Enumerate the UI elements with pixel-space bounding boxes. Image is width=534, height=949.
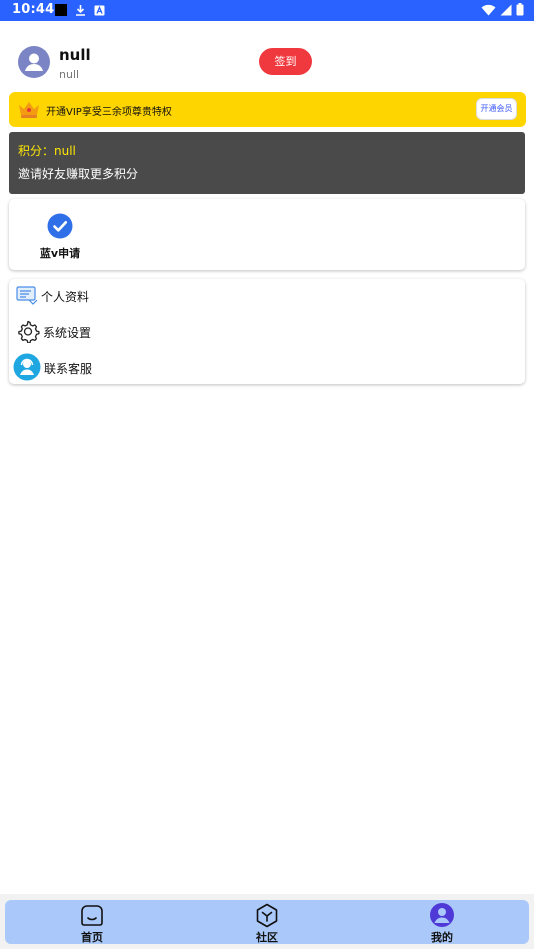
menu-item-profile[interactable]: 个人资料 <box>9 279 525 311</box>
tab-bar: 首页 社区 我的 <box>5 900 529 944</box>
profile-card-icon <box>16 286 38 305</box>
feature-card: 蓝v申请 <box>9 199 525 270</box>
customer-service-icon <box>13 353 41 381</box>
tab-label: 社区 <box>256 931 278 944</box>
points-card[interactable]: 积分：null 邀请好友赚取更多积分 <box>9 132 525 194</box>
wifi-icon <box>481 4 496 15</box>
status-left-icons <box>55 4 105 16</box>
community-icon <box>256 903 278 928</box>
username: null <box>59 46 91 64</box>
blue-v-apply-item[interactable]: 蓝v申请 <box>39 213 81 261</box>
avatar[interactable] <box>18 46 50 78</box>
bottom-navigation: 首页 社区 我的 <box>0 894 534 949</box>
user-icon <box>430 903 454 927</box>
menu-item-settings[interactable]: 系统设置 <box>9 315 525 347</box>
tab-label: 首页 <box>81 931 103 944</box>
menu-item-label: 个人资料 <box>41 290 90 304</box>
profile-header: null null 签到 <box>0 40 534 88</box>
app-notification-icon <box>94 5 105 15</box>
status-bar: 10:44 <box>0 0 534 21</box>
home-icon <box>81 905 103 926</box>
notification-square-icon <box>55 4 67 16</box>
points-label: 积分：null <box>18 144 76 158</box>
menu-card: 个人资料 系统设置 联系客服 <box>9 279 525 384</box>
menu-item-support[interactable]: 联系客服 <box>9 351 525 383</box>
open-vip-button[interactable]: 开通会员 <box>476 98 517 120</box>
tab-label: 我的 <box>431 931 453 944</box>
status-right-icons <box>481 3 524 16</box>
tab-home[interactable]: 首页 <box>62 902 122 944</box>
vip-promo-text: 开通VIP享受三余项尊贵特权 <box>46 107 172 118</box>
check-badge-icon <box>47 213 73 239</box>
menu-item-label: 联系客服 <box>44 362 93 376</box>
user-subtitle: null <box>59 68 80 81</box>
invite-friends-text: 邀请好友赚取更多积分 <box>18 167 139 181</box>
crown-icon <box>19 102 39 118</box>
blue-v-apply-label: 蓝v申请 <box>39 247 81 260</box>
tab-community[interactable]: 社区 <box>237 902 297 944</box>
gear-icon <box>18 320 40 343</box>
default-avatar-icon <box>25 53 43 71</box>
tab-mine[interactable]: 我的 <box>412 902 472 944</box>
battery-icon <box>516 3 524 16</box>
status-time: 10:44 <box>12 2 55 17</box>
vip-banner[interactable]: 开通VIP享受三余项尊贵特权 开通会员 <box>9 92 526 127</box>
signal-icon <box>500 4 512 15</box>
download-icon <box>76 5 85 16</box>
signin-button[interactable]: 签到 <box>259 48 312 75</box>
menu-item-label: 系统设置 <box>43 326 92 340</box>
